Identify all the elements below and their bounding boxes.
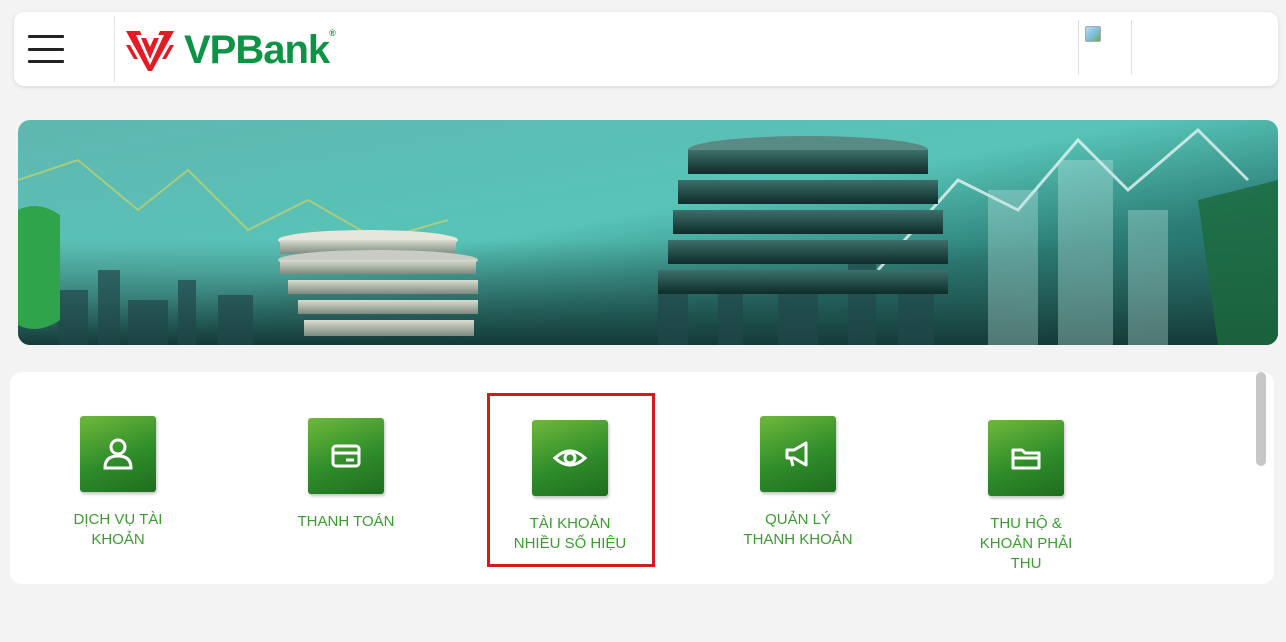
user-icon: [80, 416, 156, 492]
tile-account-services[interactable]: DỊCH VỤ TÀI KHOẢN: [28, 416, 208, 550]
hamburger-menu-icon[interactable]: [28, 30, 64, 68]
tile-label: DỊCH VỤ TÀI KHOẢN: [73, 511, 163, 548]
tile-label: QUẢN LÝ THANH KHOẢN: [743, 511, 853, 548]
promo-banner: [18, 120, 1278, 345]
tile-label: THU HỘ & KHOẢN PHẢI THU: [979, 515, 1073, 572]
vpbank-logo-mark-icon: [126, 31, 174, 71]
tile-collections-receivables[interactable]: THU HỘ & KHOẢN PHẢI THU: [936, 420, 1116, 574]
scrollbar-thumb[interactable]: [1256, 372, 1266, 466]
highlight-box: [487, 393, 655, 567]
megaphone-icon: [760, 416, 836, 492]
folder-icon: [988, 420, 1064, 496]
broken-image-icon: [1085, 26, 1101, 42]
header-divider: [114, 16, 115, 82]
brand-name: VPBank®: [184, 27, 336, 72]
banner-image: [18, 120, 1278, 345]
tile-label: THANH TOÁN: [297, 513, 395, 530]
user-avatar[interactable]: [1078, 20, 1132, 74]
tile-liquidity-management[interactable]: QUẢN LÝ THANH KHOẢN: [708, 416, 888, 550]
top-header: VPBank®: [14, 12, 1278, 86]
vpbank-logo[interactable]: VPBank®: [122, 20, 336, 80]
card-icon: [308, 418, 384, 494]
tile-payment[interactable]: THANH TOÁN: [256, 418, 436, 532]
